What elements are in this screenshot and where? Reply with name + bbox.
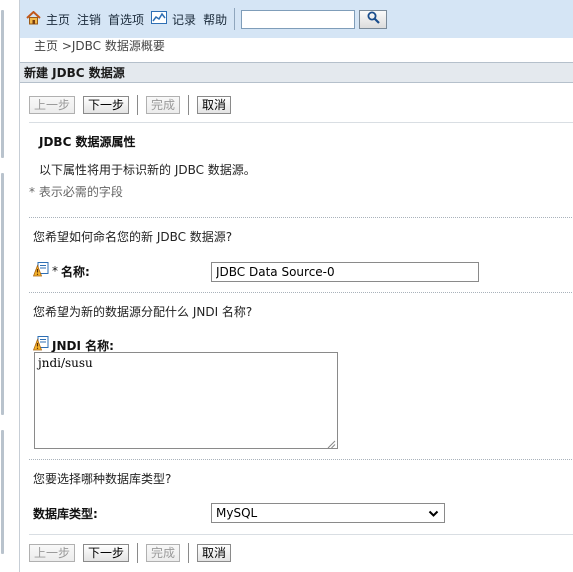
logout-link[interactable]: 注销 bbox=[77, 11, 101, 28]
breadcrumb-current: JDBC 数据源概要 bbox=[71, 39, 165, 53]
home-icon bbox=[26, 10, 41, 28]
wizard-buttons-top: 上一步 下一步 完成 取消 bbox=[29, 95, 239, 115]
next-button[interactable]: 下一步 bbox=[83, 544, 130, 562]
divider bbox=[29, 292, 573, 293]
preferences-link[interactable]: 首选项 bbox=[108, 11, 144, 28]
db-type-select[interactable]: MySQL bbox=[211, 503, 445, 523]
db-type-field-label: 数据库类型: bbox=[33, 505, 98, 522]
next-button[interactable]: 下一步 bbox=[83, 96, 130, 114]
resize-grip-icon[interactable] bbox=[326, 438, 336, 449]
name-input[interactable] bbox=[211, 262, 479, 282]
jndi-name-textarea[interactable]: jndi/susu bbox=[34, 352, 338, 449]
button-divider bbox=[137, 95, 139, 115]
wizard-buttons-bottom: 上一步 下一步 完成 取消 bbox=[29, 543, 239, 563]
logout-label: 注销 bbox=[77, 12, 102, 27]
required-fields-note: * 表示必需的字段 bbox=[29, 185, 123, 199]
home-link[interactable]: 主页 bbox=[26, 10, 71, 28]
back-button[interactable]: 上一步 bbox=[29, 544, 76, 562]
section-description: 以下属性将用于标识新的 JDBC 数据源。 bbox=[39, 163, 256, 177]
section-title: JDBC 数据源属性 bbox=[39, 135, 136, 149]
required-mark: * bbox=[52, 264, 58, 278]
db-type-question: 您要选择哪种数据库类型? bbox=[33, 472, 172, 486]
divider bbox=[29, 217, 573, 218]
records-label: 记录 bbox=[172, 12, 197, 27]
chevron-down-icon bbox=[428, 508, 439, 522]
top-toolbar: 主页 注销 首选项 记录 帮助 bbox=[20, 0, 573, 38]
finish-button[interactable]: 完成 bbox=[146, 544, 181, 562]
records-link[interactable]: 记录 bbox=[151, 11, 196, 28]
cancel-button[interactable]: 取消 bbox=[197, 544, 232, 562]
help-link[interactable]: 帮助 bbox=[203, 11, 227, 28]
info-warning-icon bbox=[32, 262, 49, 280]
frame-divider bbox=[1, 430, 4, 554]
db-type-selected-value: MySQL bbox=[216, 506, 258, 520]
preferences-label: 首选项 bbox=[108, 12, 145, 27]
jndi-question: 您希望为新的数据源分配什么 JNDI 名称? bbox=[33, 305, 253, 319]
frame-divider bbox=[1, 173, 4, 415]
breadcrumb: 主页 >JDBC 数据源概要 bbox=[34, 37, 165, 55]
left-frame-edge bbox=[0, 0, 19, 572]
records-icon bbox=[151, 11, 168, 27]
cancel-button[interactable]: 取消 bbox=[197, 96, 232, 114]
panel-title: 新建 JDBC 数据源 bbox=[20, 62, 573, 83]
toolbar-divider bbox=[234, 8, 236, 30]
frame-divider bbox=[1, 10, 4, 158]
divider bbox=[29, 534, 573, 535]
main-content: 主页 注销 首选项 记录 帮助 主页 >JDBC 数据源概要 新建 JDBC 数… bbox=[19, 0, 573, 572]
button-divider bbox=[137, 543, 139, 563]
search-icon bbox=[367, 11, 380, 27]
finish-button[interactable]: 完成 bbox=[146, 96, 181, 114]
db-type-label-text: 数据库类型: bbox=[33, 507, 98, 521]
button-divider bbox=[188, 95, 190, 115]
breadcrumb-home-link[interactable]: 主页 > bbox=[34, 39, 72, 53]
name-field-label: * 名称: bbox=[32, 262, 90, 280]
divider bbox=[29, 459, 573, 460]
search-button[interactable] bbox=[359, 9, 388, 29]
home-label: 主页 bbox=[46, 12, 71, 27]
jndi-label-text: JNDI 名称: bbox=[52, 338, 114, 353]
name-label-text: 名称: bbox=[61, 264, 90, 279]
back-button[interactable]: 上一步 bbox=[29, 96, 76, 114]
divider bbox=[29, 122, 573, 123]
search-input[interactable] bbox=[241, 9, 356, 29]
button-divider bbox=[188, 543, 190, 563]
name-question: 您希望如何命名您的新 JDBC 数据源? bbox=[33, 230, 233, 244]
help-label: 帮助 bbox=[203, 12, 228, 27]
